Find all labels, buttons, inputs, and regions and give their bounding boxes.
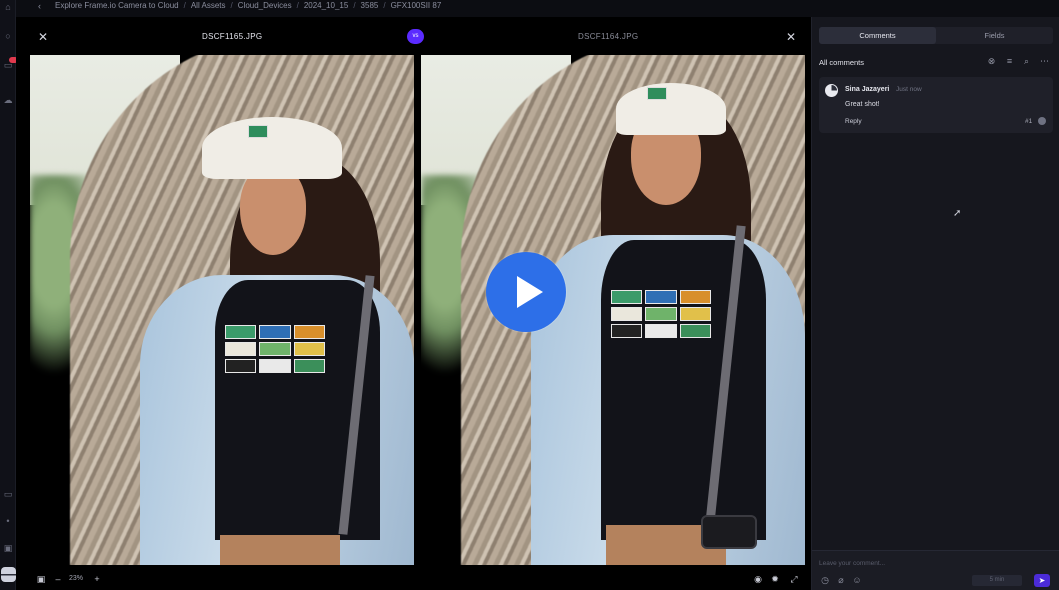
search-icon[interactable]: ○	[3, 31, 13, 41]
left-photo[interactable]	[30, 55, 414, 565]
fit-icon[interactable]: ▣	[36, 574, 46, 584]
comments-panel: Comments Fields All comments ⊗ ≡ ⌕ ⋯ Sin…	[811, 17, 1059, 590]
right-filename: DSCF1164.JPG	[578, 32, 639, 41]
breadcrumb-separator: /	[296, 1, 299, 10]
chat-icon[interactable]: ▭	[3, 489, 13, 499]
back-chevron-icon[interactable]: ‹	[38, 1, 41, 11]
info-icon[interactable]: ◉	[753, 574, 763, 584]
zoom-out-icon[interactable]: –	[53, 574, 63, 584]
zoom-in-icon[interactable]: +	[92, 574, 102, 584]
comment-timestamp: Just now	[896, 86, 922, 93]
left-rail: ⌂ ○ ▭ ☁ ▭ • ▣	[0, 0, 18, 590]
comment-text: Great shot!	[845, 101, 880, 108]
panel-tabs: Comments Fields	[819, 27, 1053, 44]
zoom-level: 23%	[69, 575, 84, 582]
breadcrumb-item-current[interactable]: GFX100SII 87	[391, 1, 442, 10]
compare-badge[interactable]: vs	[407, 29, 424, 44]
settings-icon[interactable]: ✹	[770, 574, 780, 584]
mouse-cursor-icon: ➚	[953, 208, 962, 219]
more-icon[interactable]: ⋯	[1039, 56, 1050, 67]
tab-fields[interactable]: Fields	[936, 27, 1053, 44]
panel-title: All comments	[819, 58, 865, 67]
help-icon[interactable]: •	[3, 516, 13, 526]
viewer-footer: ▣ – 23% + ◉ ✹ ⤢	[16, 570, 811, 590]
sort-icon[interactable]: ≡	[1004, 56, 1015, 67]
search-icon[interactable]: ⌕	[1021, 56, 1032, 67]
comment-composer: ◷ ⌀ ☺ 5 min ➤	[812, 550, 1059, 590]
close-compare-icon[interactable]: ✕	[786, 30, 796, 44]
compare-viewer: ✕ DSCF1165.JPG vs DSCF1164.JPG ✕ ▣ – 23%…	[16, 17, 811, 590]
send-button[interactable]: ➤	[1034, 574, 1050, 587]
breadcrumb-item[interactable]: Cloud_Devices	[238, 1, 292, 10]
breadcrumb: ‹ Explore Frame.io Camera to Cloud / All…	[16, 0, 1059, 11]
reply-button[interactable]: Reply	[845, 118, 862, 125]
filter-circle-icon[interactable]: ⊗	[986, 56, 997, 67]
breadcrumb-item[interactable]: All Assets	[191, 1, 226, 10]
breadcrumb-separator: /	[383, 1, 386, 10]
home-icon[interactable]: ⌂	[3, 2, 13, 12]
comment-card[interactable]: Sina Jazayeri Just now Great shot! Reply…	[819, 77, 1053, 133]
breadcrumb-separator: /	[183, 1, 186, 10]
comment-input[interactable]	[819, 557, 1049, 569]
frame-marker[interactable]: #1	[1025, 118, 1032, 125]
send-hint: 5 min	[972, 575, 1022, 586]
comment-author: Sina Jazayeri	[845, 86, 890, 93]
breadcrumb-item[interactable]: Explore Frame.io Camera to Cloud	[55, 1, 179, 10]
close-icon[interactable]: ✕	[38, 30, 48, 44]
left-filename: DSCF1165.JPG	[202, 32, 263, 41]
cloud-icon[interactable]: ☁	[3, 95, 13, 105]
attach-icon[interactable]: ⌀	[836, 575, 846, 585]
right-photo[interactable]	[421, 55, 805, 565]
breadcrumb-item[interactable]: 2024_10_15	[304, 1, 349, 10]
fullscreen-icon[interactable]: ⤢	[789, 574, 799, 584]
breadcrumb-separator: /	[353, 1, 356, 10]
play-button[interactable]	[486, 252, 566, 332]
avatar	[825, 84, 838, 97]
gift-icon[interactable]: ▣	[3, 543, 13, 553]
user-avatar[interactable]	[1, 567, 16, 582]
timecode-icon[interactable]: ◷	[820, 575, 830, 585]
tab-comments[interactable]: Comments	[819, 27, 936, 44]
breadcrumb-separator: /	[230, 1, 233, 10]
breadcrumb-item[interactable]: 3585	[361, 1, 379, 10]
viewer-header: ✕ DSCF1165.JPG vs DSCF1164.JPG ✕	[16, 17, 811, 55]
emoji-icon[interactable]: ☺	[852, 575, 862, 585]
status-dot-icon[interactable]	[1038, 117, 1046, 125]
